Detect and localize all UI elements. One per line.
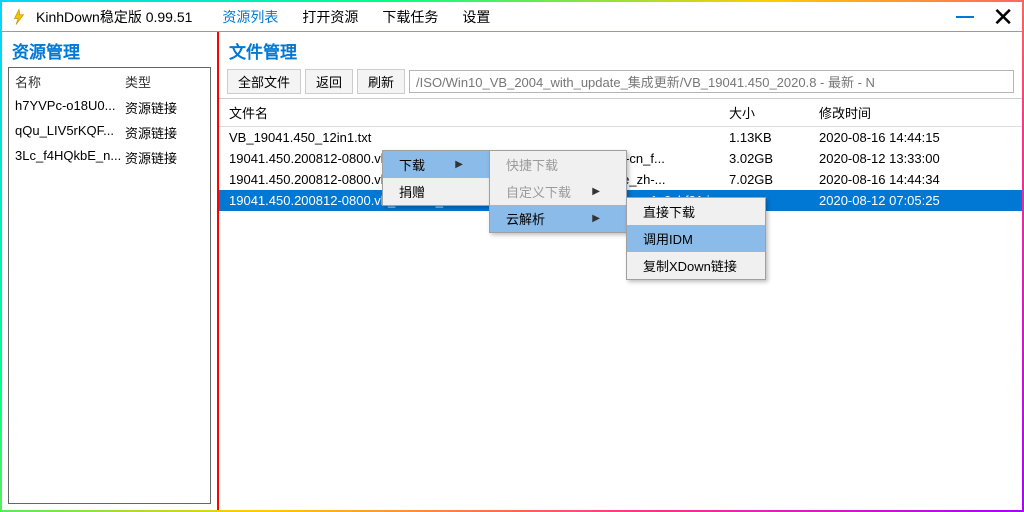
ctx-download[interactable]: 下载▶: [383, 151, 489, 178]
chevron-right-icon: ▶: [592, 213, 600, 224]
menu-resources[interactable]: 资源列表: [222, 7, 278, 27]
chevron-right-icon: ▶: [592, 186, 600, 197]
ctx-cloud-parse[interactable]: 云解析▶: [490, 205, 626, 232]
titlebar: KinhDown稳定版 0.99.51 资源列表 打开资源 下载任务 设置 ✕: [2, 2, 1022, 32]
col-name[interactable]: 名称: [15, 72, 125, 91]
ctx-donate[interactable]: 捐赠: [383, 178, 489, 205]
all-files-button[interactable]: 全部文件: [227, 69, 301, 94]
resource-headers: 名称 类型: [9, 68, 210, 95]
resource-list: 名称 类型 h7YVPc-o18U0...资源链接 qQu_LIV5rKQF..…: [8, 67, 211, 504]
left-title: 资源管理: [2, 32, 217, 67]
ctx-call-idm[interactable]: 调用IDM: [627, 225, 765, 252]
context-menu-3: 直接下载 调用IDM 复制XDown链接: [626, 197, 766, 280]
col-mtime[interactable]: 修改时间: [819, 103, 1012, 122]
col-type[interactable]: 类型: [125, 72, 151, 91]
menu-downloads[interactable]: 下载任务: [382, 7, 438, 27]
resource-row[interactable]: 3Lc_f4HQkbE_n...资源链接: [9, 145, 210, 170]
menu-settings[interactable]: 设置: [462, 7, 490, 27]
minimize-button[interactable]: [956, 16, 974, 18]
col-size[interactable]: 大小: [729, 103, 819, 122]
window-controls: ✕: [956, 4, 1014, 30]
path-input[interactable]: [409, 70, 1014, 93]
ctx-copy-xdown[interactable]: 复制XDown链接: [627, 252, 765, 279]
resource-row[interactable]: qQu_LIV5rKQF...资源链接: [9, 120, 210, 145]
app-window: KinhDown稳定版 0.99.51 资源列表 打开资源 下载任务 设置 ✕ …: [0, 0, 1024, 512]
close-button[interactable]: ✕: [992, 4, 1014, 30]
ctx-direct-download[interactable]: 直接下载: [627, 198, 765, 225]
context-menu-1: 下载▶ 捐赠: [382, 150, 490, 206]
right-title: 文件管理: [219, 32, 1022, 67]
app-icon: [10, 8, 28, 26]
chevron-right-icon: ▶: [455, 159, 463, 170]
back-button[interactable]: 返回: [305, 69, 353, 94]
resource-rows: h7YVPc-o18U0...资源链接 qQu_LIV5rKQF...资源链接 …: [9, 95, 210, 503]
file-rows: VB_19041.450_12in1.txt1.13KB2020-08-16 1…: [219, 127, 1022, 510]
right-pane: 文件管理 全部文件 返回 刷新 文件名 大小 修改时间 VB_19041.450…: [219, 32, 1022, 510]
col-filename[interactable]: 文件名: [229, 103, 729, 122]
ctx-quick-download: 快捷下载: [490, 151, 626, 178]
app-title: KinhDown稳定版 0.99.51: [36, 7, 192, 27]
file-headers: 文件名 大小 修改时间: [219, 99, 1022, 127]
ctx-custom-download: 自定义下载▶: [490, 178, 626, 205]
menu-open[interactable]: 打开资源: [302, 7, 358, 27]
body: 资源管理 名称 类型 h7YVPc-o18U0...资源链接 qQu_LIV5r…: [2, 32, 1022, 510]
context-menu-2: 快捷下载 自定义下载▶ 云解析▶: [489, 150, 627, 233]
refresh-button[interactable]: 刷新: [357, 69, 405, 94]
resource-row[interactable]: h7YVPc-o18U0...资源链接: [9, 95, 210, 120]
file-row[interactable]: VB_19041.450_12in1.txt1.13KB2020-08-16 1…: [219, 127, 1022, 148]
toolbar: 全部文件 返回 刷新: [219, 67, 1022, 99]
main-menu: 资源列表 打开资源 下载任务 设置: [222, 7, 956, 27]
left-pane: 资源管理 名称 类型 h7YVPc-o18U0...资源链接 qQu_LIV5r…: [2, 32, 217, 510]
